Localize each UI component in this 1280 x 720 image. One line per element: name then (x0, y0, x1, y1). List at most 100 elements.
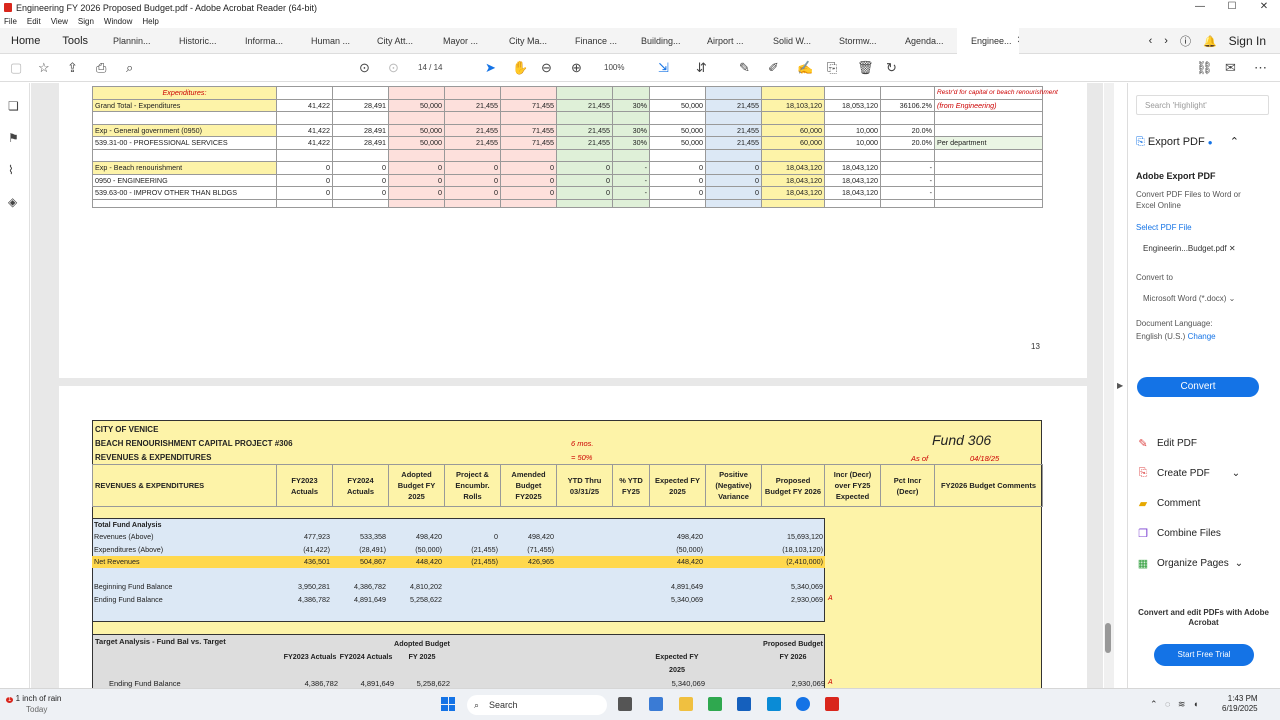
document-viewer[interactable]: Expenditures: Restr'd for capital or bea… (31, 83, 1103, 688)
collapse-right-icon[interactable]: ▶ (1117, 381, 1123, 390)
table-cell (705, 581, 761, 594)
tool-organize-pages[interactable]: ▦ Organize Pages ⌄ (1136, 557, 1243, 570)
header-right: ‹ › ⓘ 🔔 Sign In (1143, 28, 1280, 54)
tool-create-pdf[interactable]: ⎘ Create PDF ⌄ (1136, 467, 1241, 480)
zoom-level[interactable]: 100% (604, 63, 624, 72)
delete-icon[interactable]: 🗑 (857, 60, 874, 76)
link-icon[interactable]: ⛓ (1196, 60, 1213, 76)
tab-home[interactable]: Home (0, 28, 51, 54)
menu-edit[interactable]: Edit (27, 17, 41, 26)
attachment-icon[interactable]: ⌇ (8, 163, 14, 177)
chevron-left-icon[interactable]: ‹ (1149, 35, 1153, 47)
edge-icon[interactable] (649, 697, 663, 711)
fit-page-icon[interactable]: ⇲ (658, 60, 669, 76)
bookmark-star-icon[interactable]: ☆ (38, 60, 50, 76)
taskbar-search[interactable]: ⌕ Search (467, 695, 607, 715)
scrollbar-thumb[interactable] (1105, 623, 1111, 653)
highlight-icon[interactable]: ✐ (768, 60, 779, 76)
weather-badge: 1 (6, 697, 14, 703)
export-pdf-title: Export PDF (1147, 136, 1205, 148)
bell-icon[interactable]: 🔔 (1203, 35, 1217, 48)
vertical-scrollbar[interactable] (1104, 83, 1114, 688)
format-select[interactable]: Microsoft Word (*.docx) ⌄ (1136, 291, 1269, 307)
mail-icon[interactable]: ✉ (1225, 60, 1236, 76)
system-tray[interactable]: ⌃ ◌ ≋ ◖ (1150, 699, 1198, 710)
close-icon[interactable]: ✕ (1017, 28, 1019, 54)
store-icon[interactable] (737, 697, 751, 711)
doc-tab[interactable]: City Att... (363, 28, 429, 54)
start-free-trial-button[interactable]: Start Free Trial (1154, 644, 1254, 666)
chevron-right-icon[interactable]: › (1164, 35, 1168, 47)
close-button[interactable]: ✕ (1248, 0, 1280, 15)
print-icon[interactable]: ⎙ (96, 60, 106, 76)
doc-tab[interactable]: Airport ... (693, 28, 759, 54)
find-icon[interactable]: ⌕ (126, 60, 133, 76)
zoom-in-icon[interactable]: ⊕ (571, 60, 582, 76)
rotate-icon[interactable]: ↻ (886, 60, 897, 76)
page-number-input[interactable]: 14 / 14 (418, 63, 442, 72)
tab-tools[interactable]: Tools (51, 28, 99, 54)
change-language-link[interactable]: Change (1188, 332, 1216, 341)
tool-edit-pdf[interactable]: ✎ Edit PDF (1136, 437, 1197, 450)
doc-tab[interactable]: Stormw... (825, 28, 891, 54)
doc-tab[interactable]: City Ma... (495, 28, 561, 54)
minimize-button[interactable]: — (1184, 0, 1216, 15)
doc-tab[interactable]: Building... (627, 28, 693, 54)
help-app-icon[interactable] (796, 697, 810, 711)
hand-icon[interactable]: ✋ (512, 60, 528, 76)
prev-page-icon[interactable]: ⊙ (359, 60, 370, 76)
save-icon[interactable]: ▢ (10, 60, 22, 76)
acrobat-taskbar-icon[interactable] (825, 697, 839, 711)
tool-combine-files[interactable]: ❐ Combine Files (1136, 527, 1221, 540)
menu-help[interactable]: Help (142, 17, 158, 26)
remove-file-icon[interactable]: ✕ (1229, 244, 1236, 253)
doc-tab[interactable]: Mayor ... (429, 28, 495, 54)
highlight-search-input[interactable]: Search 'Highlight' (1136, 95, 1269, 115)
table-cell (500, 111, 557, 125)
task-view-icon[interactable] (618, 697, 632, 711)
menu-view[interactable]: View (51, 17, 68, 26)
start-icon[interactable] (441, 697, 455, 711)
selected-file[interactable]: Engineerin...Budget.pdf ✕ (1136, 241, 1269, 257)
explorer-icon[interactable] (679, 697, 693, 711)
doc-tab[interactable]: Agenda... (891, 28, 957, 54)
menu-window[interactable]: Window (104, 17, 132, 26)
select-file-link[interactable]: Select PDF File (1136, 223, 1192, 232)
chevron-up-icon[interactable]: ⌃ (1230, 136, 1239, 148)
scroll-mode-icon[interactable]: ⇵ (696, 60, 707, 76)
comment-icon[interactable]: ✎ (739, 60, 750, 76)
convert-button[interactable]: Convert (1137, 377, 1259, 397)
doc-tab[interactable]: Finance ... (561, 28, 627, 54)
clock[interactable]: 1:43 PM 6/19/2025 (1222, 694, 1258, 714)
chrome-icon[interactable] (708, 697, 722, 711)
more-icon[interactable]: ⋯ (1254, 60, 1267, 76)
doc-tab-active[interactable]: Enginee... ✕ (957, 27, 1020, 54)
doc-tab[interactable]: Human ... (297, 28, 363, 54)
table-cell: (28,491) (359, 544, 386, 554)
zoom-out-icon[interactable]: ⊖ (541, 60, 552, 76)
doc-tab[interactable]: Informa... (231, 28, 297, 54)
sign-in-button[interactable]: Sign In (1229, 34, 1266, 48)
select-cursor-icon[interactable]: ➤ (485, 60, 496, 76)
weather-widget[interactable]: 1 1 inch of rain Today (6, 694, 61, 715)
maximize-button[interactable]: ☐ (1216, 0, 1248, 15)
pages-icon[interactable]: ❏ (8, 99, 19, 113)
layers-icon[interactable]: ◈ (8, 195, 17, 209)
column-header: FY2023 Actuals (276, 464, 333, 507)
bookmarks-icon[interactable]: ⚑ (8, 131, 19, 145)
app-icon[interactable] (767, 697, 781, 711)
menu-sign[interactable]: Sign (78, 17, 94, 26)
doc-tab[interactable]: Solid W... (759, 28, 825, 54)
edit-icon[interactable]: ⎘ (827, 60, 837, 76)
help-icon[interactable]: ⓘ (1180, 33, 1191, 49)
doc-tab[interactable]: Plannin... (99, 28, 165, 54)
table-cell (705, 198, 762, 208)
tool-comment[interactable]: ▰ Comment (1136, 497, 1201, 510)
export-pdf-header[interactable]: ⎘ Export PDF ● ⌃ (1136, 135, 1239, 149)
table-cell (556, 556, 612, 569)
menu-file[interactable]: File (4, 17, 17, 26)
upload-icon[interactable]: ⇪ (67, 60, 78, 76)
doc-tab[interactable]: Historic... (165, 28, 231, 54)
sign-icon[interactable]: ✍ (797, 60, 813, 76)
next-page-icon[interactable]: ⊙ (388, 60, 399, 76)
